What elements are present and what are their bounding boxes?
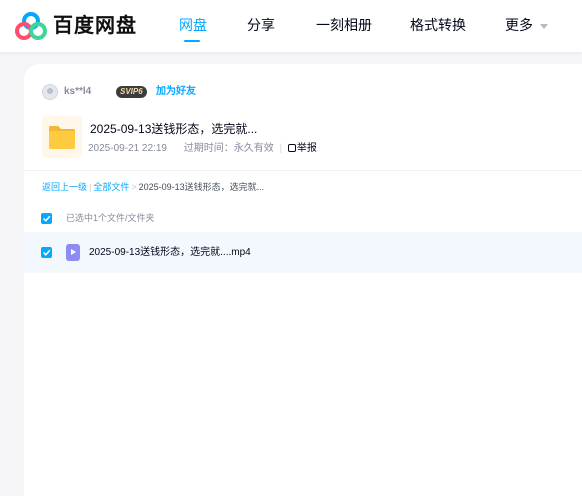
- share-content-card: ks**l4 SVIP6 加为好友 2025-09-13送钱形态，选完就... …: [24, 64, 582, 496]
- chevron-down-icon[interactable]: [540, 24, 548, 29]
- video-file-icon: [66, 244, 80, 261]
- report-button[interactable]: 举报: [287, 142, 317, 155]
- breadcrumb-separator: >: [131, 182, 137, 192]
- sharer-username: ks**l4: [64, 86, 92, 97]
- nav-tab-share[interactable]: 分享: [247, 16, 275, 34]
- share-title: 2025-09-13送钱形态，选完就...: [90, 122, 258, 136]
- active-tab-indicator: [184, 40, 200, 42]
- breadcrumb: 返回上一级 | 全部文件 >2025-09-13送钱形态，选完就...: [42, 181, 264, 193]
- shared-folder-thumbnail: [42, 116, 82, 158]
- report-icon: [287, 144, 296, 152]
- share-meta: 2025-09-21 22:19 过期时间：永久有效 | 举报: [88, 142, 317, 155]
- back-link[interactable]: 返回上一级: [42, 182, 87, 192]
- vip-badge: SVIP6: [116, 86, 147, 98]
- top-navigation-bar: 百度网盘 网盘 分享 一刻相册 格式转换 更多: [0, 0, 582, 52]
- brand-name[interactable]: 百度网盘: [53, 12, 137, 40]
- avatar[interactable]: [42, 84, 58, 100]
- add-friend-link[interactable]: 加为好友: [156, 85, 196, 98]
- folder-icon: [49, 126, 75, 149]
- nav-tab-more[interactable]: 更多: [505, 16, 533, 34]
- breadcrumb-current: 2025-09-13送钱形态，选完就...: [138, 182, 265, 192]
- file-checkbox[interactable]: [41, 247, 52, 258]
- all-files-link[interactable]: 全部文件: [93, 182, 129, 192]
- breadcrumb-divider: |: [89, 182, 92, 192]
- select-all-checkbox[interactable]: [41, 213, 52, 224]
- file-name[interactable]: 2025-09-13送钱形态，选完就....mp4: [89, 246, 251, 259]
- baidu-netdisk-logo-icon[interactable]: [15, 11, 47, 41]
- share-date: 2025-09-21 22:19: [88, 143, 167, 154]
- meta-divider: |: [279, 143, 283, 154]
- selection-summary: 已选中1个文件/文件夹: [66, 213, 155, 223]
- checkmark-icon: [42, 215, 51, 222]
- share-expire-time: 过期时间：永久有效: [183, 143, 274, 154]
- nav-tab-album[interactable]: 一刻相册: [316, 16, 372, 34]
- file-row[interactable]: 2025-09-13送钱形态，选完就....mp4: [24, 232, 582, 273]
- report-label: 举报: [296, 143, 317, 154]
- nav-tab-netdisk[interactable]: 网盘: [179, 16, 207, 34]
- section-divider: [24, 170, 582, 171]
- nav-tab-format-convert[interactable]: 格式转换: [410, 16, 466, 34]
- checkmark-icon: [42, 249, 51, 256]
